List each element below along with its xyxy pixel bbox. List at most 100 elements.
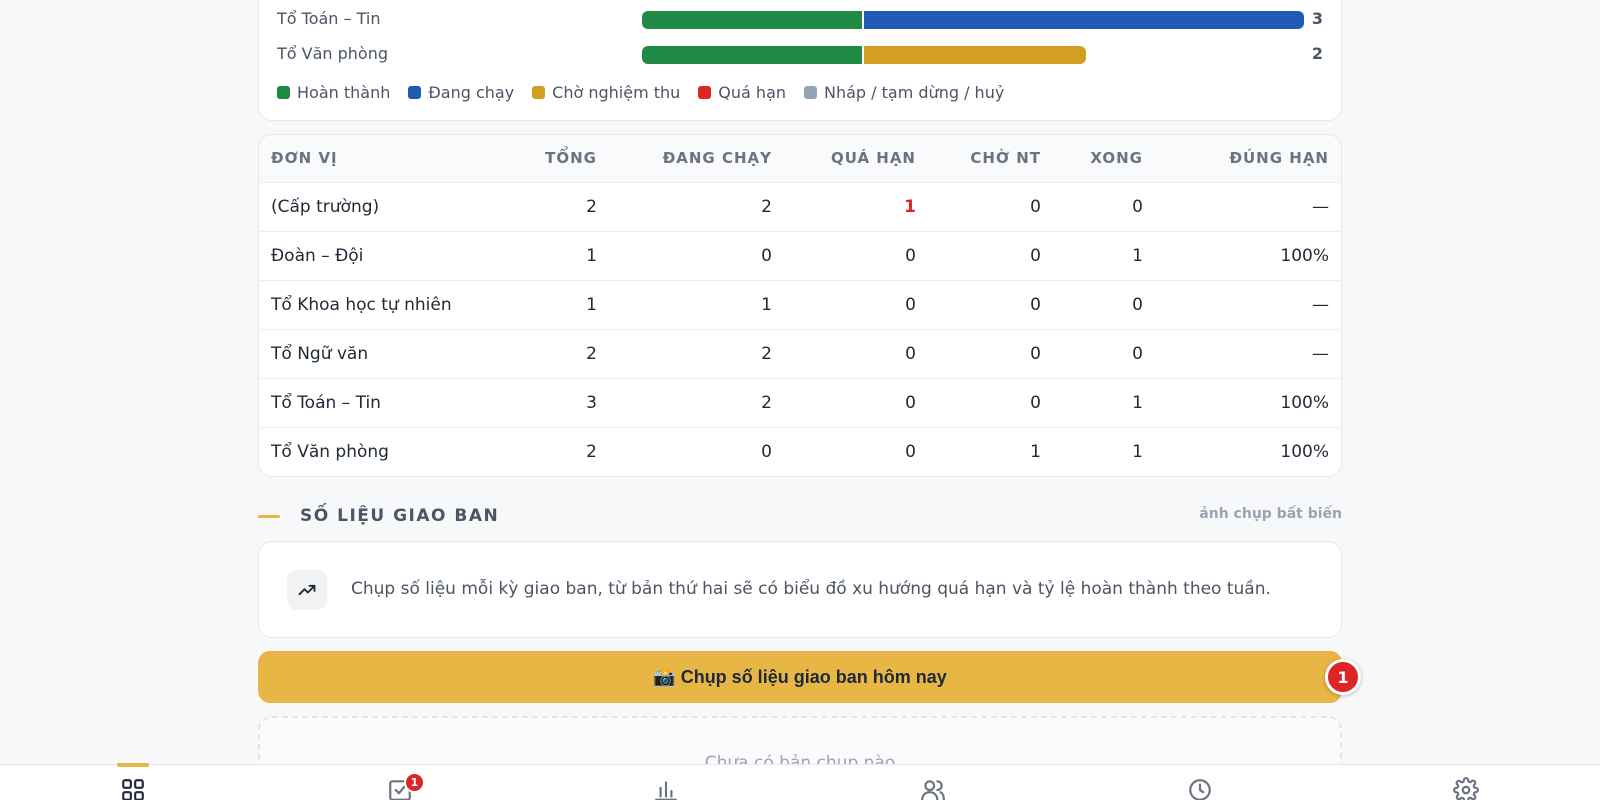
bar-label: Tổ Toán – Tin <box>277 9 381 28</box>
cell-running: 2 <box>609 378 784 428</box>
table-row[interactable]: Tổ Ngữ văn 2 2 0 0 0 — <box>259 329 1341 379</box>
cell-unit: Đoàn – Đội <box>259 231 499 281</box>
cell-pending: 0 <box>928 280 1053 330</box>
nav-item-reports[interactable] <box>636 765 696 800</box>
nav-item-users[interactable] <box>903 765 963 800</box>
snapshot-info-card: Chụp số liệu mỗi kỳ giao ban, từ bản thứ… <box>258 541 1342 638</box>
col-header-unit[interactable]: ĐƠN VỊ <box>259 135 499 183</box>
cell-total: 3 <box>499 378 609 428</box>
cell-unit: Tổ Khoa học tự nhiên <box>259 280 499 330</box>
cell-total: 2 <box>499 329 609 379</box>
legend-swatch <box>532 86 546 99</box>
legend-label: Quá hạn <box>718 83 787 102</box>
cell-running: 1 <box>609 280 784 330</box>
take-snapshot-button[interactable]: 📸 Chụp số liệu giao ban hôm nay <box>258 651 1342 703</box>
cell-on-time: 100% <box>1155 231 1341 281</box>
cell-unit: (Cấp trường) <box>259 182 499 232</box>
legend-item: Chờ nghiệm thu <box>532 83 680 102</box>
cell-pending: 0 <box>928 329 1053 379</box>
cell-running: 0 <box>761 441 772 462</box>
table-row[interactable]: (Cấp trường) 2 2 1 0 0 — <box>259 182 1341 232</box>
cell-done: 0 <box>1053 280 1155 330</box>
nav-item-settings[interactable] <box>1436 765 1496 800</box>
unit-stats-table-card: ĐƠN VỊ TỔNG ĐANG CHẠY QUÁ HẠN CHỜ NT XON… <box>258 134 1342 477</box>
chart-legend: Hoàn thành Đang chạy Chờ nghiệm thu Quá … <box>277 83 1004 102</box>
col-header-done[interactable]: XONG <box>1053 135 1155 183</box>
legend-item: Hoàn thành <box>277 83 390 102</box>
cell-unit: Tổ Toán – Tin <box>259 378 499 428</box>
nav-item-dashboard[interactable] <box>103 765 163 800</box>
table-header-row: ĐƠN VỊ TỔNG ĐANG CHẠY QUÁ HẠN CHỜ NT XON… <box>259 135 1341 183</box>
cell-pending: 0 <box>928 182 1053 232</box>
bar-track <box>642 11 1304 29</box>
table-row[interactable]: Tổ Văn phòng 2 0 0 1 1 100% <box>259 427 1341 476</box>
table-row[interactable]: Tổ Toán – Tin 3 2 0 0 1 100% <box>259 378 1341 428</box>
col-header-total[interactable]: TỔNG <box>499 135 609 183</box>
cell-on-time: — <box>1155 329 1341 379</box>
cell-overdue: 0 <box>784 231 928 281</box>
bar-row: Tổ Toán – Tin 3 <box>277 9 1323 29</box>
nav-item-history[interactable] <box>1170 765 1230 800</box>
legend-label: Đang chạy <box>428 83 515 102</box>
cell-on-time: — <box>1155 182 1341 232</box>
cell-on-time: 100% <box>1155 378 1341 428</box>
cell-overdue: 0 <box>784 280 928 330</box>
legend-swatch <box>698 86 712 99</box>
section-note: ảnh chụp bất biến <box>1199 506 1342 522</box>
legend-swatch <box>408 86 422 99</box>
cell-pending: 1 <box>1030 441 1041 462</box>
notification-badge: 1 <box>1325 659 1361 695</box>
cell-total: 1 <box>499 280 609 330</box>
table-row[interactable]: Tổ Khoa học tự nhiên 1 1 0 0 0 — <box>259 280 1341 330</box>
cell-running: 2 <box>609 329 784 379</box>
bar-row: Tổ Văn phòng 2 <box>277 44 1323 64</box>
legend-label: Chờ nghiệm thu <box>552 83 681 102</box>
cell-done: 0 <box>1053 182 1155 232</box>
cell-overdue: 0 <box>905 441 916 462</box>
cell-overdue: 1 <box>784 182 928 232</box>
users-icon <box>921 780 945 800</box>
trending-up-icon <box>287 570 327 610</box>
cell-done: 1 <box>1053 231 1155 281</box>
legend-swatch <box>804 86 818 99</box>
unit-stats-table: ĐƠN VỊ TỔNG ĐANG CHẠY QUÁ HẠN CHỜ NT XON… <box>259 135 1341 476</box>
col-header-on-time[interactable]: ĐÚNG HẠN <box>1155 135 1341 183</box>
bar-segment-done <box>642 11 862 29</box>
bar-count: 3 <box>1311 9 1323 28</box>
nav-item-tasks[interactable]: 1 <box>370 765 430 800</box>
col-header-overdue[interactable]: QUÁ HẠN <box>784 135 928 183</box>
cell-done: 1 <box>1132 441 1143 462</box>
cell-unit: Tổ Văn phòng <box>271 441 389 462</box>
legend-swatch <box>277 86 290 99</box>
bar-track <box>642 46 1302 64</box>
legend-item: Nháp / tạm dừng / huỷ <box>804 83 1004 102</box>
cell-unit: Tổ Ngữ văn <box>259 329 499 379</box>
bar-count: 2 <box>1311 44 1323 63</box>
cell-pending: 0 <box>928 231 1053 281</box>
section-accent <box>258 515 280 518</box>
cell-done: 0 <box>1053 329 1155 379</box>
cell-running: 2 <box>609 182 784 232</box>
cell-overdue: 0 <box>784 378 928 428</box>
col-header-pending[interactable]: CHỜ NT <box>928 135 1053 183</box>
bar-segment-pending <box>864 46 1086 64</box>
legend-item: Quá hạn <box>698 83 786 102</box>
section-title: SỐ LIỆU GIAO BAN <box>300 506 500 526</box>
cell-done: 1 <box>1053 378 1155 428</box>
bar-label: Tổ Văn phòng <box>277 44 389 63</box>
cell-running: 0 <box>609 231 784 281</box>
bar-segment-done <box>642 46 862 64</box>
history-icon <box>1189 779 1211 800</box>
cell-pending: 0 <box>928 378 1053 428</box>
cell-total: 2 <box>586 441 597 462</box>
col-header-running[interactable]: ĐANG CHẠY <box>609 135 784 183</box>
table-row[interactable]: Đoàn – Đội 1 0 0 0 1 100% <box>259 231 1341 281</box>
legend-item: Đang chạy <box>408 83 514 102</box>
cell-total: 2 <box>499 182 609 232</box>
settings-icon <box>1453 777 1479 800</box>
tasks-badge: 1 <box>404 772 425 793</box>
bottom-nav: 1 <box>0 763 1600 800</box>
cell-on-time: 100% <box>1280 441 1329 462</box>
legend-label: Hoàn thành <box>297 83 391 102</box>
cell-overdue: 0 <box>784 329 928 379</box>
